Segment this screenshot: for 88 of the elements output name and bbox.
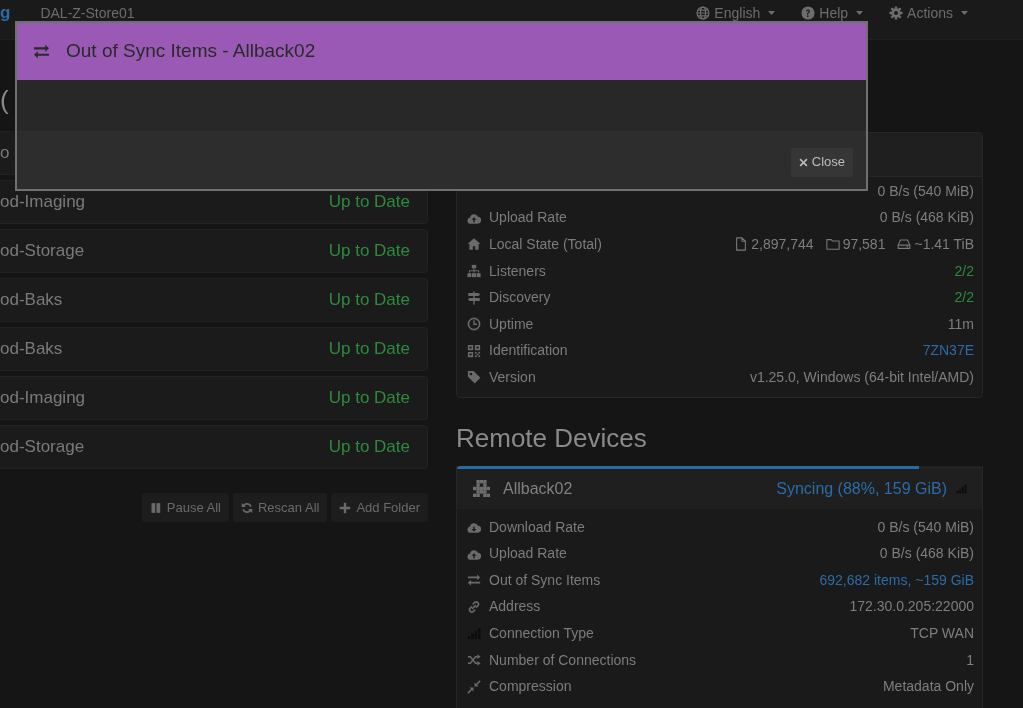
folder-row[interactable]: od-Baks Up to Date bbox=[0, 278, 428, 322]
menu-button[interactable]: Actions bbox=[889, 4, 968, 22]
stat-label: Local State (Total) bbox=[489, 235, 602, 254]
tag-icon bbox=[467, 370, 481, 385]
count-value: ~1.41 TiB bbox=[914, 235, 974, 254]
globe-icon bbox=[696, 6, 711, 20]
stat-label: Listeners bbox=[489, 261, 546, 281]
stat-label: Identification bbox=[489, 341, 568, 361]
stat-label: Upload Rate bbox=[489, 208, 567, 228]
folder-name: od-Storage bbox=[0, 436, 85, 459]
exchange-arrows-icon bbox=[467, 573, 481, 588]
gear-icon bbox=[889, 6, 904, 20]
count-value: 2,897,744 bbox=[751, 235, 814, 254]
section-heading: ( bbox=[0, 85, 9, 115]
folder-name: od-Storage bbox=[0, 240, 85, 263]
folder-name: od-Baks bbox=[0, 289, 63, 312]
close-button[interactable]: Close bbox=[790, 147, 853, 177]
folder-status: Up to Date bbox=[328, 387, 410, 410]
exchange-arrows-icon bbox=[32, 43, 51, 60]
signpost-icon bbox=[467, 290, 481, 305]
plus-icon bbox=[339, 501, 352, 514]
shuffle-icon bbox=[467, 653, 481, 667]
folder-name: od-Imaging bbox=[0, 387, 86, 410]
folder-icon bbox=[825, 237, 840, 252]
hard-drive-icon bbox=[897, 237, 912, 252]
close-icon bbox=[798, 157, 808, 167]
add-folder-button[interactable]: Add Folder bbox=[331, 493, 428, 522]
caret-icon bbox=[768, 11, 776, 15]
download-cloud-icon bbox=[467, 520, 481, 535]
stat-value: 1 bbox=[966, 650, 974, 670]
section-heading: Remote Devices bbox=[456, 422, 647, 453]
panel-header[interactable]: Allback02 Syncing (88%, 159 GiB) bbox=[457, 468, 982, 509]
menu-button[interactable]: English bbox=[696, 4, 776, 22]
count-value: 97,581 bbox=[842, 235, 886, 254]
clock-icon bbox=[467, 317, 481, 332]
modal-title: Out of Sync Items - Allback02 bbox=[66, 39, 316, 64]
stat-value: 0 B/s (540 MiB) bbox=[877, 517, 974, 537]
house-icon bbox=[467, 237, 481, 252]
folder-row[interactable]: od-Storage Up to Date bbox=[0, 229, 428, 273]
folder-status: Up to Date bbox=[328, 289, 410, 312]
pause-all-button[interactable]: Pause All bbox=[141, 493, 229, 522]
folder-status: Up to Date bbox=[328, 338, 410, 361]
stat-label: Discovery bbox=[489, 288, 551, 308]
folder-name: o bbox=[0, 142, 10, 165]
folder-name: od-Imaging bbox=[0, 191, 86, 214]
stat-value: 0 B/s (540 MiB) bbox=[877, 181, 974, 201]
stat-value: 2/2 bbox=[954, 261, 974, 281]
stat-label: Connection Type bbox=[489, 623, 594, 643]
stat-value: TCP WAN bbox=[910, 623, 974, 643]
qr-code-icon bbox=[467, 343, 481, 358]
stat-label: Version bbox=[489, 367, 536, 387]
stat-label: Compression bbox=[489, 677, 572, 697]
stat-label: Download Rate bbox=[489, 517, 585, 537]
brand-link[interactable]: g bbox=[0, 4, 11, 22]
folder-row[interactable]: od-Storage Up to Date bbox=[0, 425, 428, 469]
stat-value: Metadata Only bbox=[882, 677, 974, 697]
folder-status: Up to Date bbox=[328, 436, 410, 459]
stat-value: 172.30.0.205:22000 bbox=[849, 597, 974, 617]
compress-arrows-icon bbox=[467, 679, 481, 694]
pixel-pattern-icon bbox=[473, 480, 490, 498]
stat-label: Upload Rate bbox=[489, 544, 567, 564]
device-name: DAL-Z-Store01 bbox=[40, 4, 135, 22]
folder-row[interactable]: od-Imaging Up to Date bbox=[0, 376, 428, 420]
file-icon bbox=[734, 237, 749, 252]
device-name: Allback02 bbox=[503, 478, 573, 499]
chain-link-icon bbox=[467, 599, 481, 614]
stat-label: Number of Connections bbox=[489, 650, 637, 670]
stat-value: v1.25.0, Windows (64-bit Intel/AMD) bbox=[749, 367, 974, 387]
sync-status: Syncing (88%, 159 GiB) bbox=[776, 478, 947, 499]
stat-value: 11m bbox=[947, 314, 974, 334]
link-value[interactable]: 7ZN37E bbox=[922, 340, 974, 362]
stat-value: 0 B/s (468 KiB) bbox=[879, 208, 974, 228]
folder-status: Up to Date bbox=[328, 191, 410, 214]
caret-icon bbox=[961, 11, 968, 15]
stat-label: Uptime bbox=[489, 314, 534, 334]
caret-icon bbox=[856, 11, 864, 15]
stat-label: Address bbox=[489, 597, 541, 617]
stat-label: Out of Sync Items bbox=[489, 570, 601, 590]
network-tree-icon bbox=[467, 264, 481, 279]
link-value[interactable]: 692,682 items, ~159 GiB bbox=[819, 569, 974, 591]
refresh-icon bbox=[241, 501, 253, 514]
stat-value: 2/2 bbox=[954, 288, 974, 308]
folder-row[interactable]: od-Baks Up to Date bbox=[0, 327, 428, 371]
stat-value: 0 B/s (468 KiB) bbox=[879, 544, 974, 564]
rescan-all-button[interactable]: Rescan All bbox=[233, 493, 328, 522]
pause-icon bbox=[149, 501, 162, 514]
folder-status: Up to Date bbox=[328, 240, 410, 263]
folder-name: od-Baks bbox=[0, 338, 63, 361]
